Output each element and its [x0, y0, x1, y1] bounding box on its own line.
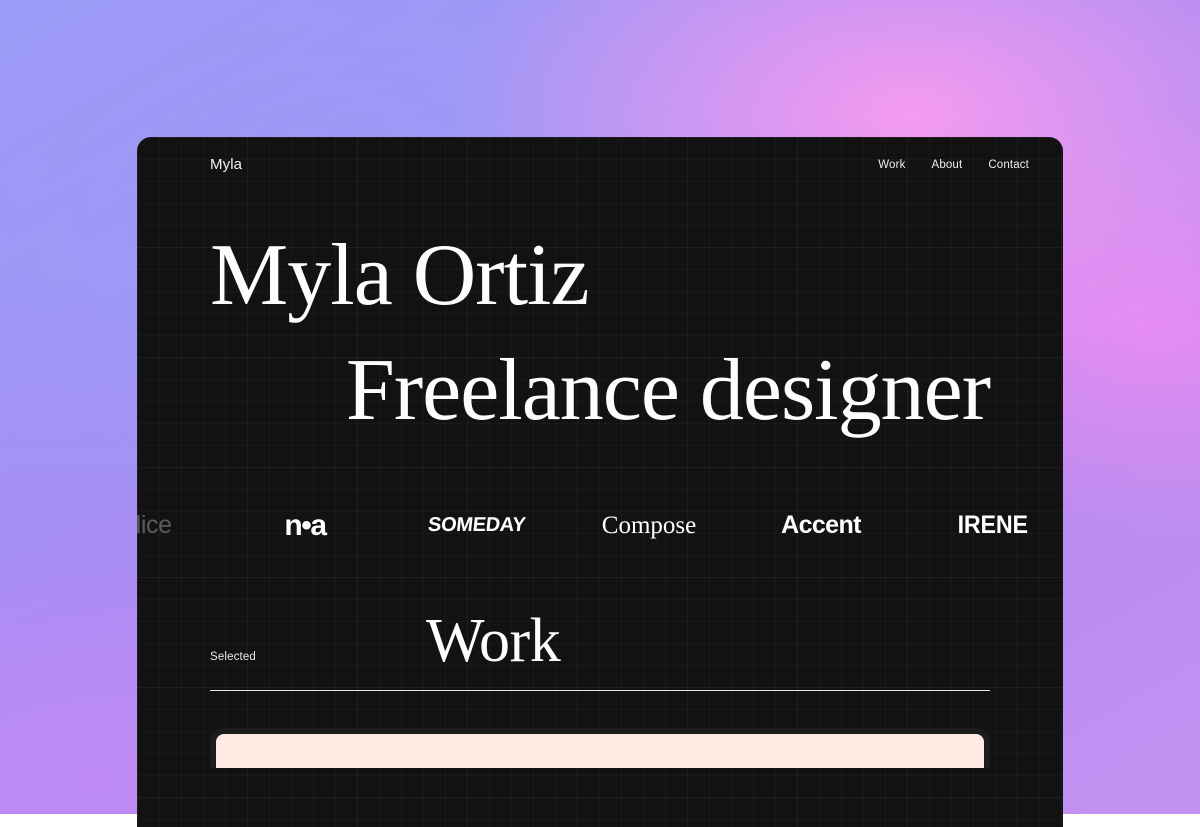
project-card-media	[216, 734, 984, 768]
work-eyebrow-label: Selected	[210, 651, 256, 668]
site-header: Myla Work About Contact	[137, 137, 1063, 173]
client-logo-someday: SOMEDAY	[421, 514, 533, 537]
work-divider	[210, 690, 990, 691]
client-logo-label: SOMEDAY	[427, 514, 527, 537]
work-title: Work	[426, 610, 560, 672]
hero-line-role: Freelance designer	[210, 348, 990, 433]
client-logo-na-1: n•a	[249, 509, 361, 543]
client-logo-label: Accent	[781, 511, 861, 540]
client-logo-label: IRENE	[958, 511, 1028, 540]
portfolio-panel: Myla Work About Contact Myla Ortiz Freel…	[137, 137, 1063, 827]
client-logo-label: Slice	[137, 511, 172, 540]
hero-section: Myla Ortiz Freelance designer	[137, 173, 1063, 434]
marquee-track: Slice n•a SOMEDAY Compose Accent IRENE	[137, 509, 1063, 543]
client-logo-compose: Compose	[593, 512, 705, 540]
client-logo-accent: Accent	[765, 511, 877, 540]
client-logo-irene: IRENE	[937, 511, 1049, 540]
hero-heading: Myla Ortiz Freelance designer	[210, 233, 990, 434]
site-logo[interactable]: Myla	[210, 156, 242, 173]
nav-item-contact[interactable]: Contact	[988, 159, 1029, 171]
main-nav: Work About Contact	[878, 159, 1029, 171]
nav-item-work[interactable]: Work	[878, 159, 905, 171]
project-card[interactable]	[210, 728, 990, 768]
client-logo-slice-1: Slice	[137, 511, 189, 540]
work-section: Selected Work	[137, 602, 1063, 691]
work-heading-row: Selected Work	[210, 602, 990, 668]
nav-item-about[interactable]: About	[932, 159, 963, 171]
client-logo-label: Compose	[602, 512, 696, 540]
client-logo-marquee: Slice n•a SOMEDAY Compose Accent IRENE	[137, 496, 1063, 556]
hero-line-name: Myla Ortiz	[210, 233, 990, 318]
client-logo-label: n•a	[284, 509, 325, 543]
